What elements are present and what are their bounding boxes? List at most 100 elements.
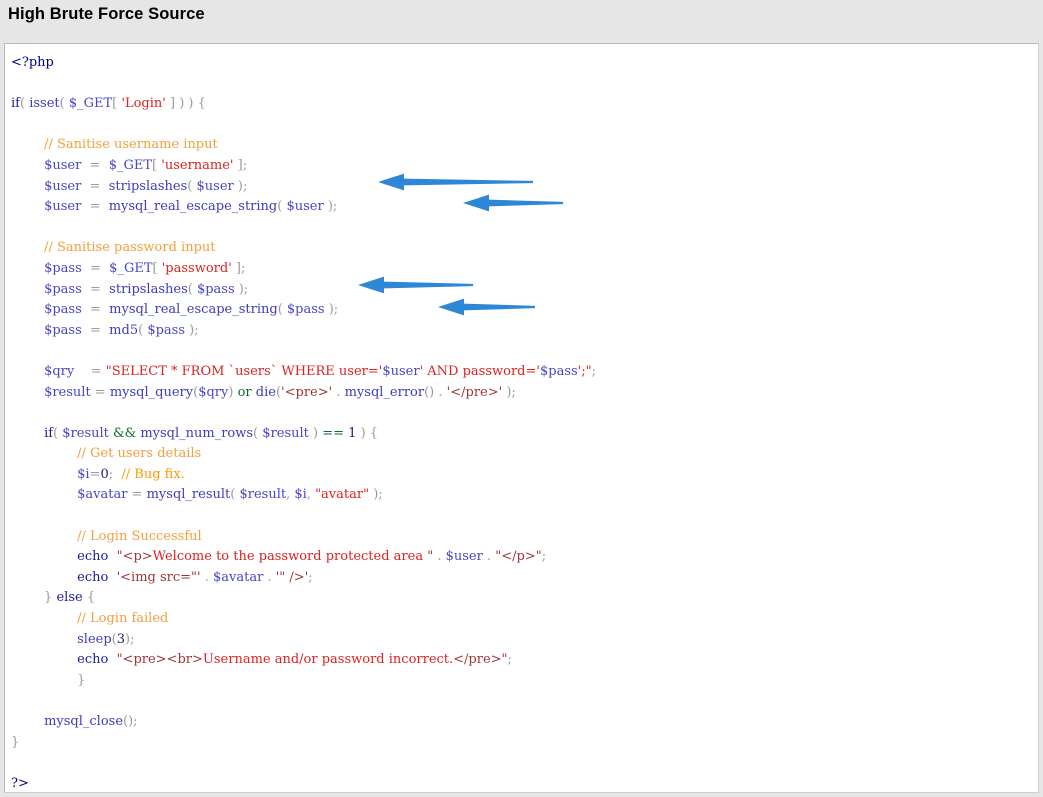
code-token: </pre>" bbox=[453, 652, 508, 668]
code-token: $i bbox=[77, 466, 90, 482]
code-token: . bbox=[482, 549, 496, 565]
code-token: $user bbox=[44, 178, 82, 194]
code-token: ]; bbox=[233, 157, 248, 173]
code-token: mysql_result bbox=[146, 487, 231, 503]
code-token: "SELECT * FROM `users` WHERE user=' bbox=[105, 363, 383, 379]
code-token: $_GET bbox=[68, 96, 113, 112]
code-token: $qry bbox=[198, 384, 229, 400]
code-token: isset bbox=[29, 96, 60, 112]
code-token: . bbox=[332, 384, 345, 400]
code-token: or bbox=[237, 384, 252, 400]
code-token: $pass bbox=[44, 281, 82, 297]
code-token: $user bbox=[286, 199, 324, 215]
code-token: && bbox=[113, 425, 137, 441]
code-token: else bbox=[56, 590, 83, 606]
code-token: ); bbox=[369, 487, 383, 503]
code-token: "<p> bbox=[116, 549, 153, 565]
code-token: '</pre>' bbox=[446, 384, 503, 400]
code-token: = bbox=[81, 281, 110, 297]
code-token: $avatar bbox=[77, 487, 128, 503]
code-token: . bbox=[433, 549, 446, 565]
code-token: ]; bbox=[231, 260, 246, 276]
code-token: = bbox=[81, 260, 110, 276]
source-code-panel[interactable]: <?php if( isset( $_GET[ 'Login' ] ) ) { … bbox=[4, 43, 1039, 793]
code-token: $qry bbox=[44, 363, 75, 379]
code-token: $result bbox=[239, 487, 287, 503]
code-token: ; bbox=[591, 363, 596, 379]
code-token: [ bbox=[152, 260, 162, 276]
code-token: ( bbox=[138, 322, 148, 338]
code-token: $result bbox=[62, 425, 109, 441]
code-token: = bbox=[89, 466, 101, 482]
code-token: $_GET bbox=[108, 157, 153, 173]
code-line: $qry = "SELECT * FROM `users` WHERE user… bbox=[11, 364, 596, 379]
code-token: Welcome to the password protected area bbox=[152, 549, 428, 565]
code-token: ( bbox=[187, 178, 197, 194]
code-token: ); bbox=[234, 281, 249, 297]
code-token: = bbox=[81, 302, 110, 318]
code-token: $user bbox=[196, 178, 234, 194]
code-token: stripslashes bbox=[108, 178, 188, 194]
code-token: // Login Successful bbox=[11, 528, 202, 544]
code-token: $pass bbox=[44, 260, 82, 276]
code-token: ); bbox=[125, 631, 135, 647]
code-line: $user = $_GET[ 'username' ]; bbox=[11, 158, 247, 173]
code-token: ); bbox=[502, 384, 516, 400]
code-token: $avatar bbox=[213, 569, 264, 585]
code-token: // Bug fix. bbox=[121, 466, 185, 482]
code-token: = bbox=[74, 363, 106, 379]
code-token: "</p>" bbox=[495, 549, 542, 565]
code-token: ) bbox=[228, 384, 238, 400]
code-token: mysql_real_escape_string bbox=[108, 199, 278, 215]
code-line: if( isset( $_GET[ 'Login' ] ) ) { bbox=[11, 96, 206, 111]
code-token: echo bbox=[77, 569, 109, 585]
code-token: if bbox=[11, 96, 20, 112]
code-token: = bbox=[81, 157, 109, 173]
code-token: $result bbox=[44, 384, 91, 400]
code-line: // Login failed bbox=[11, 611, 168, 626]
code-token: ; bbox=[507, 652, 512, 668]
code-token: ( bbox=[59, 96, 69, 112]
code-token: , bbox=[306, 487, 316, 503]
code-token: = bbox=[81, 322, 110, 338]
code-token: echo bbox=[77, 549, 109, 565]
code-token: ( bbox=[253, 425, 263, 441]
code-token: 'username' bbox=[161, 157, 234, 173]
code-token: $user bbox=[44, 199, 82, 215]
code-token: ( bbox=[277, 302, 287, 318]
code-line: // Get users details bbox=[11, 446, 201, 461]
code-line: $avatar = mysql_result( $result, $i, "av… bbox=[11, 487, 383, 502]
code-token: '<img src="' bbox=[116, 569, 201, 585]
code-line: $pass = mysql_real_escape_string( $pass … bbox=[11, 302, 338, 317]
code-line: } else { bbox=[11, 590, 95, 605]
code-token: sleep bbox=[77, 631, 112, 647]
code-line: echo "<p>Welcome to the password protect… bbox=[11, 549, 546, 564]
code-line: if( $result && mysql_num_rows( $result )… bbox=[11, 426, 378, 441]
code-token: $user bbox=[445, 549, 483, 565]
code-token: "avatar" bbox=[315, 487, 370, 503]
code-token: <?php bbox=[11, 55, 54, 70]
code-token: ' AND password=' bbox=[419, 363, 540, 379]
code-token: $pass bbox=[196, 281, 235, 297]
code-token: // Sanitise username input bbox=[11, 137, 218, 153]
code-token: 'Login' bbox=[121, 96, 166, 112]
code-line: $user = stripslashes( $user ); bbox=[11, 179, 247, 194]
code-token: $_GET bbox=[109, 260, 153, 276]
code-line: $pass = stripslashes( $pass ); bbox=[11, 282, 248, 297]
code-token: mysql_real_escape_string bbox=[109, 302, 278, 318]
code-token: ); bbox=[233, 178, 248, 194]
code-line: // Sanitise password input bbox=[11, 240, 215, 255]
code-token: = bbox=[90, 384, 110, 400]
code-token: (); bbox=[123, 714, 138, 729]
code-token: mysql_close bbox=[44, 714, 124, 729]
code-token: '" />' bbox=[275, 569, 309, 585]
code-token: } bbox=[11, 672, 86, 688]
